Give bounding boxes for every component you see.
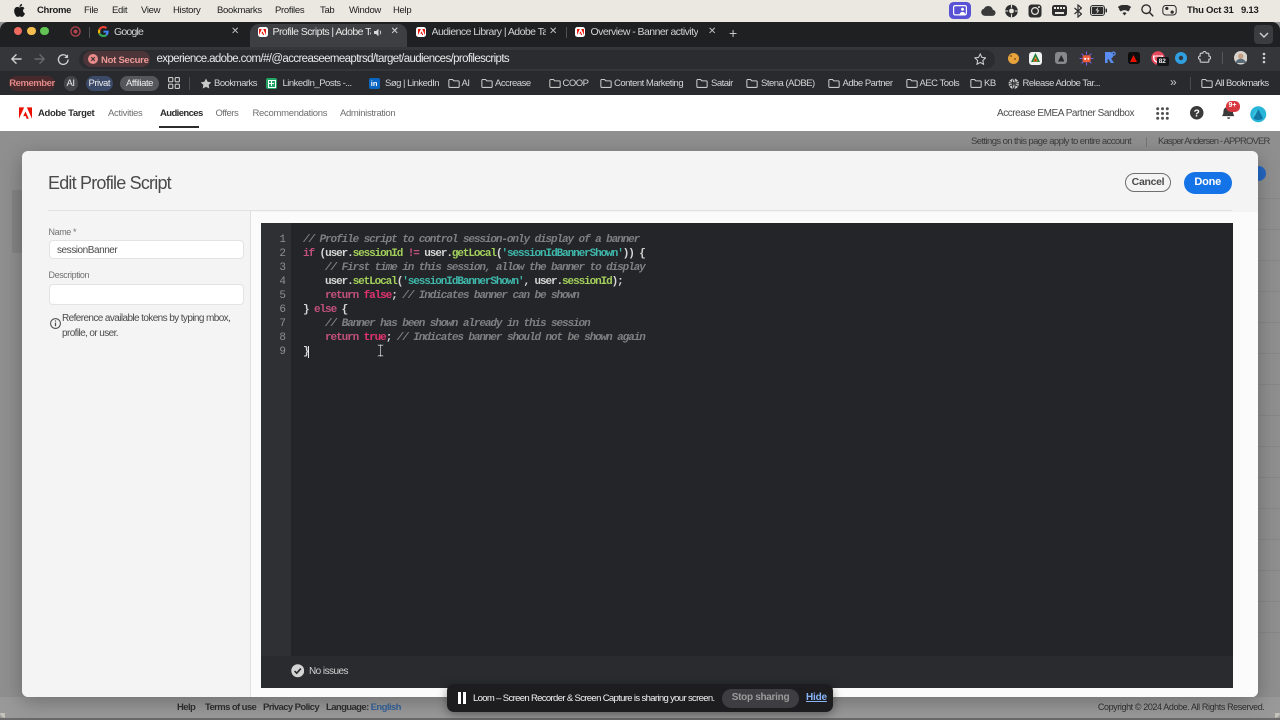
svg-text:?: ?	[1194, 108, 1200, 119]
